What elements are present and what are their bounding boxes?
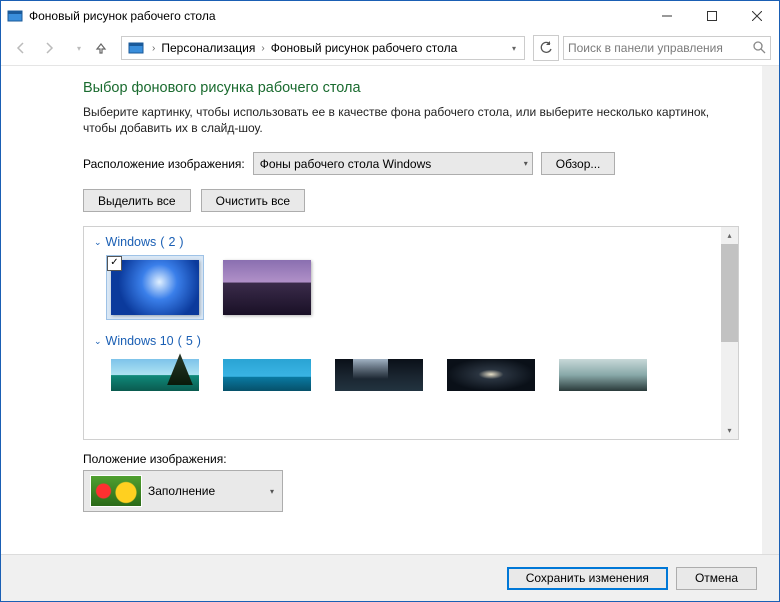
group-windows10[interactable]: ⌄ Windows 10 (5) (94, 334, 720, 348)
wallpaper-thumb[interactable] (106, 354, 204, 396)
location-value: Фоны рабочего стола Windows (260, 157, 432, 171)
grid-scrollbar[interactable]: ▴ ▾ (721, 227, 738, 439)
checkbox-checked-icon[interactable]: ✓ (107, 256, 122, 271)
chevron-down-icon: ▾ (514, 159, 528, 168)
save-button[interactable]: Сохранить изменения (507, 567, 668, 590)
wallpaper-image (559, 359, 647, 391)
titlebar: Фоновый рисунок рабочего стола (1, 1, 779, 31)
recent-button[interactable]: ▾ (73, 36, 85, 60)
search-icon (752, 40, 766, 57)
chevron-down-icon: ▾ (270, 487, 282, 496)
content-area: Выбор фонового рисунка рабочего стола Вы… (1, 66, 779, 554)
chevron-down-icon: ⌄ (94, 336, 102, 347)
chevron-down-icon: ⌄ (94, 237, 102, 248)
wallpaper-image (223, 359, 311, 391)
scroll-track[interactable] (721, 244, 738, 422)
position-section: Положение изображения: Заполнение ▾ (83, 452, 739, 512)
thumbs-windows10 (106, 354, 720, 396)
window-controls (644, 1, 779, 31)
refresh-button[interactable] (533, 35, 559, 61)
wallpaper-grid: ⌄ Windows (2) ✓ ⌄ Windows 10 (5) (83, 226, 739, 440)
wallpaper-image (223, 260, 311, 315)
location-icon (128, 40, 144, 56)
clear-all-button[interactable]: Очистить все (201, 189, 305, 212)
scroll-up-icon[interactable]: ▴ (721, 227, 738, 244)
chevron-right-icon: › (261, 43, 264, 54)
position-label: Положение изображения: (83, 452, 739, 466)
window: Фоновый рисунок рабочего стола ▾ › Персо… (0, 0, 780, 602)
navbar: ▾ › Персонализация › Фоновый рисунок раб… (1, 31, 779, 66)
search-input[interactable]: Поиск в панели управления (563, 36, 771, 60)
location-combobox[interactable]: Фоны рабочего стола Windows ▾ (253, 152, 533, 175)
group-windows[interactable]: ⌄ Windows (2) (94, 235, 720, 249)
wallpaper-image (335, 359, 423, 391)
back-button[interactable] (9, 36, 33, 60)
position-combobox[interactable]: Заполнение ▾ (83, 470, 283, 512)
forward-button[interactable] (37, 36, 61, 60)
browse-button[interactable]: Обзор... (541, 152, 616, 175)
wallpaper-thumb[interactable] (554, 354, 652, 396)
page-title: Выбор фонового рисунка рабочего стола (83, 80, 739, 96)
wallpaper-thumb[interactable] (218, 255, 316, 320)
window-title: Фоновый рисунок рабочего стола (29, 9, 644, 23)
minimize-button[interactable] (644, 1, 689, 31)
wallpaper-thumb[interactable] (330, 354, 428, 396)
breadcrumb-item-personalization[interactable]: Персонализация (159, 41, 257, 55)
scroll-down-icon[interactable]: ▾ (721, 422, 738, 439)
wallpaper-thumb[interactable] (442, 354, 540, 396)
location-label: Расположение изображения: (83, 157, 245, 171)
chevron-right-icon: › (152, 43, 155, 54)
wallpaper-image (111, 260, 199, 315)
cancel-button[interactable]: Отмена (676, 567, 757, 590)
thumbs-windows: ✓ (106, 255, 720, 320)
page-description: Выберите картинку, чтобы использовать ее… (83, 104, 739, 136)
select-all-button[interactable]: Выделить все (83, 189, 191, 212)
breadcrumb-item-wallpaper[interactable]: Фоновый рисунок рабочего стола (269, 41, 460, 55)
position-preview-icon (90, 475, 142, 507)
up-button[interactable] (89, 36, 113, 60)
footer: Сохранить изменения Отмена (1, 554, 779, 601)
wallpaper-thumb[interactable] (218, 354, 316, 396)
position-value: Заполнение (148, 484, 215, 498)
app-icon (7, 8, 23, 24)
wallpaper-thumb[interactable]: ✓ (106, 255, 204, 320)
wallpaper-image (111, 359, 199, 391)
search-placeholder: Поиск в панели управления (568, 41, 752, 55)
breadcrumb-dropdown[interactable]: ▾ (506, 44, 522, 53)
wallpaper-image (447, 359, 535, 391)
maximize-button[interactable] (689, 1, 734, 31)
content-scrollbar[interactable] (762, 66, 779, 554)
scroll-thumb[interactable] (721, 244, 738, 342)
breadcrumb[interactable]: › Персонализация › Фоновый рисунок рабоч… (121, 36, 525, 60)
close-button[interactable] (734, 1, 779, 31)
